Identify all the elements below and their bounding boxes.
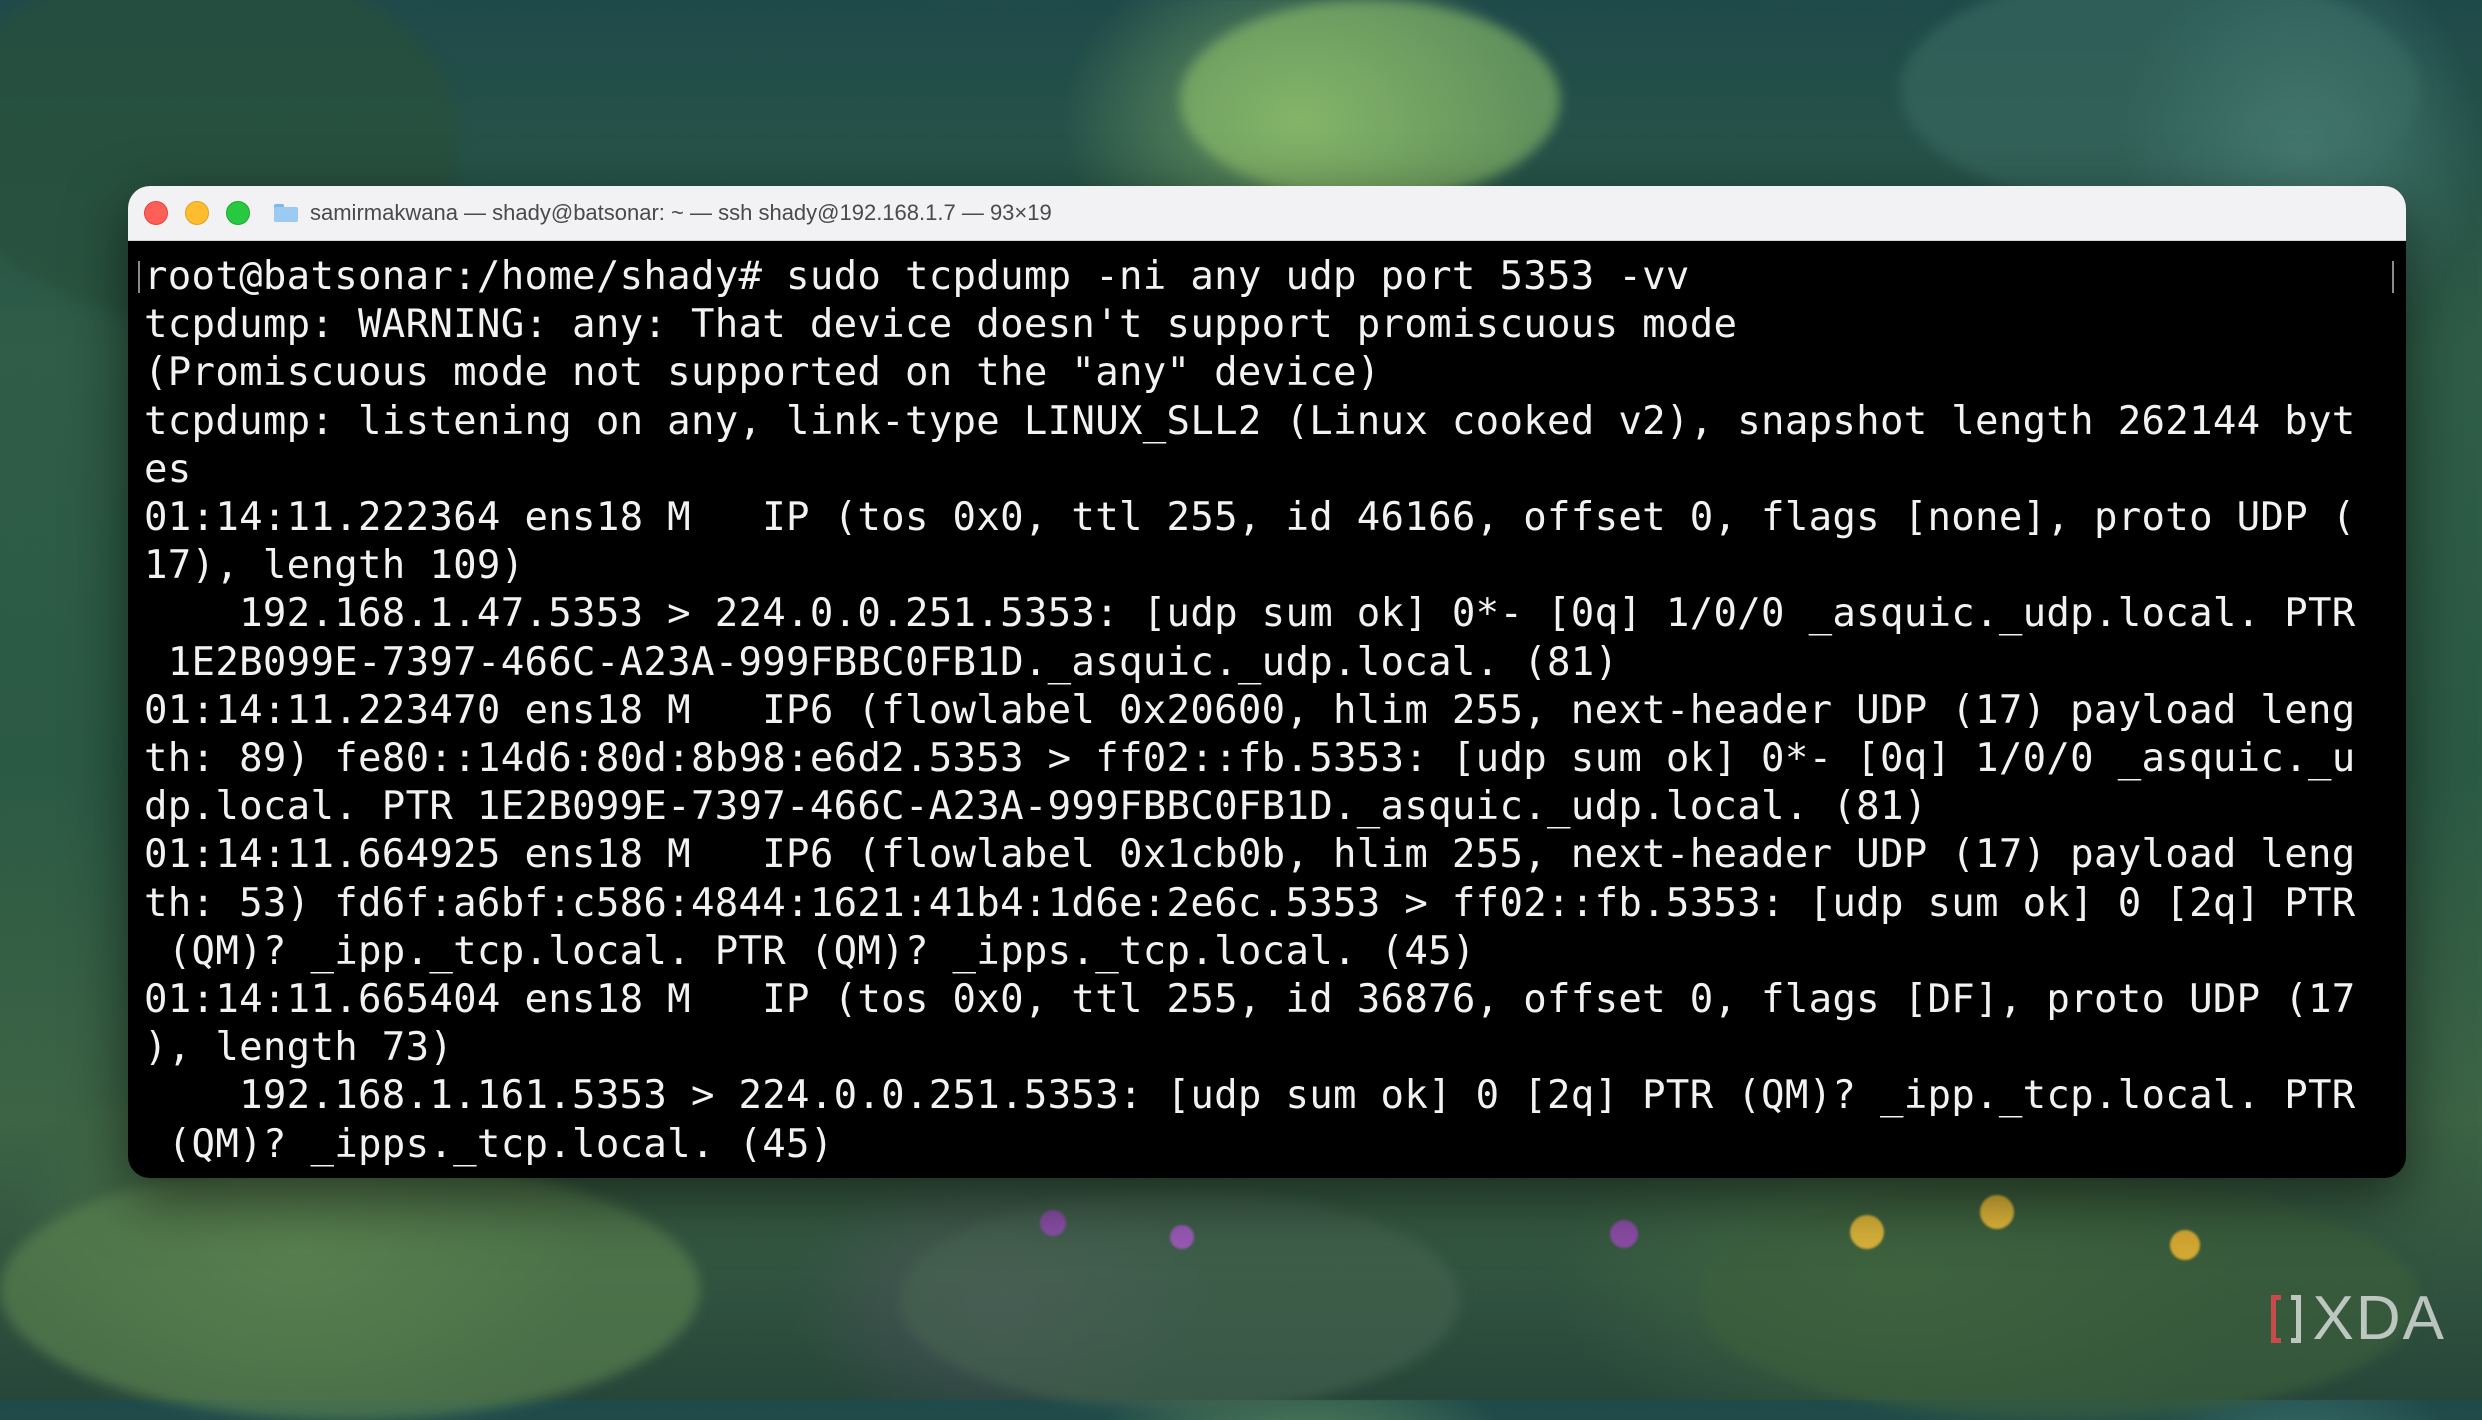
window-title: samirmakwana — shady@batsonar: ~ — ssh s… — [310, 200, 1052, 225]
terminal-line: ), length 73) — [144, 1025, 454, 1071]
flower — [1040, 1210, 1066, 1236]
terminal-line: tcpdump: WARNING: any: That device doesn… — [144, 302, 1738, 348]
terminal-line: es — [144, 446, 192, 492]
xda-watermark: XDA — [2270, 1283, 2446, 1354]
terminal-line: tcpdump: listening on any, link-type LIN… — [144, 398, 2356, 444]
background-foliage — [900, 1190, 1460, 1410]
zoom-button[interactable] — [226, 201, 250, 225]
terminal-window[interactable]: samirmakwana — shady@batsonar: ~ — ssh s… — [128, 186, 2406, 1178]
minimize-button[interactable] — [185, 201, 209, 225]
terminal-line: 01:14:11.222364 ens18 M IP (tos 0x0, ttl… — [144, 495, 2356, 541]
window-controls — [144, 201, 250, 225]
terminal-line: (QM)? _ipps._tcp.local. (45) — [144, 1121, 834, 1167]
terminal-line: dp.local. PTR 1E2B099E-7397-466C-A23A-99… — [144, 784, 1928, 830]
background-foliage — [1180, 0, 1560, 200]
terminal-line: (Promiscuous mode not supported on the "… — [144, 350, 1381, 396]
flower — [1980, 1195, 2014, 1229]
terminal-line: (QM)? _ipp._tcp.local. PTR (QM)? _ipps._… — [144, 928, 1476, 974]
terminal-line: 17), length 109) — [144, 543, 525, 589]
flower — [1850, 1215, 1884, 1249]
flower — [1170, 1225, 1194, 1249]
terminal-line: th: 53) fd6f:a6bf:c586:4844:1621:41b4:1d… — [144, 880, 2356, 926]
scroll-indicator[interactable] — [2392, 261, 2394, 293]
background-foliage — [0, 1160, 700, 1420]
xda-logo-icon — [2270, 1294, 2301, 1343]
terminal-line: 01:14:11.665404 ens18 M IP (tos 0x0, ttl… — [144, 977, 2356, 1023]
terminal-line: 01:14:11.223470 ens18 M IP6 (flowlabel 0… — [144, 687, 2356, 733]
terminal-line: 1E2B099E-7397-466C-A23A-999FBBC0FB1D._as… — [144, 639, 1619, 685]
left-margin-mark — [138, 261, 140, 293]
flower — [2170, 1230, 2200, 1260]
terminal-line: th: 89) fe80::14d6:80d:8b98:e6d2.5353 > … — [144, 736, 2356, 782]
terminal-line: 192.168.1.47.5353 > 224.0.0.251.5353: [u… — [144, 591, 2356, 637]
terminal-line: 01:14:11.664925 ens18 M IP6 (flowlabel 0… — [144, 832, 2356, 878]
terminal-content[interactable]: root@batsonar:/home/shady# sudo tcpdump … — [128, 241, 2406, 1178]
terminal-output[interactable]: root@batsonar:/home/shady# sudo tcpdump … — [128, 241, 2406, 1169]
folder-icon — [274, 204, 298, 222]
background-foliage — [1900, 0, 2420, 210]
close-button[interactable] — [144, 201, 168, 225]
title-group: samirmakwana — shady@batsonar: ~ — ssh s… — [274, 200, 1052, 226]
title-bar[interactable]: samirmakwana — shady@batsonar: ~ — ssh s… — [128, 186, 2406, 241]
flower — [1610, 1220, 1638, 1248]
terminal-line: root@batsonar:/home/shady# sudo tcpdump … — [144, 254, 1690, 299]
terminal-line: 192.168.1.161.5353 > 224.0.0.251.5353: [… — [144, 1073, 2356, 1119]
watermark-text: XDA — [2312, 1284, 2446, 1353]
